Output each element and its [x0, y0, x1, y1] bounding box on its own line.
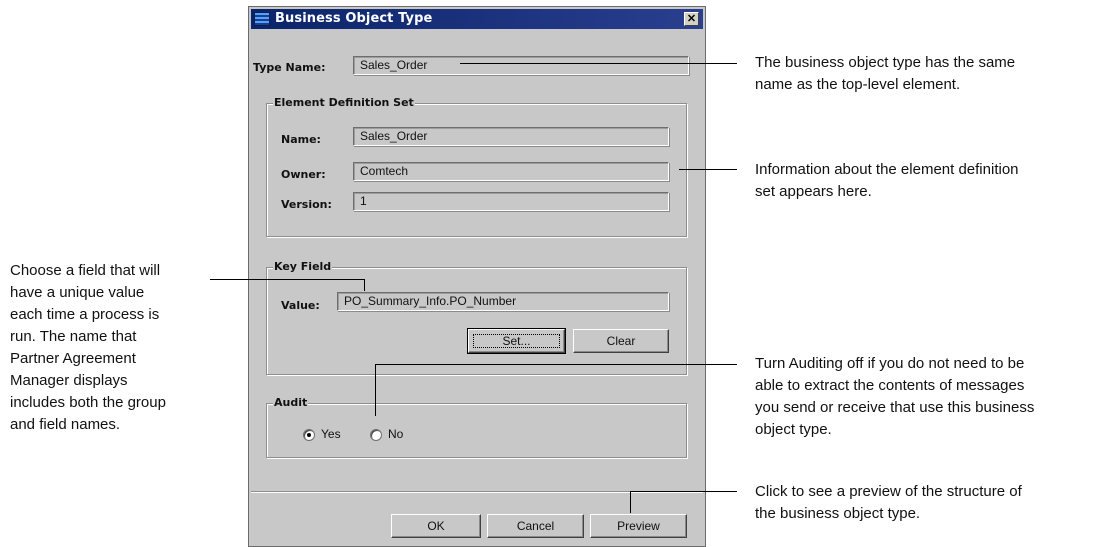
callout-line-element-definition: [679, 169, 737, 170]
dialog-titlebar[interactable]: Business Object Type ✕: [251, 9, 703, 29]
close-icon: ✕: [686, 13, 697, 25]
callout-line-preview-v: [630, 491, 631, 513]
callout-key-field: Choose a field that will have a unique v…: [10, 262, 166, 433]
close-button[interactable]: ✕: [684, 12, 699, 26]
eds-version-label: Version:: [281, 198, 332, 211]
business-object-type-dialog: Business Object Type ✕ Type Name: Sales_…: [248, 6, 706, 547]
audit-no-radio[interactable]: [370, 429, 382, 441]
type-name-field[interactable]: Sales_Order: [353, 56, 689, 75]
clear-button[interactable]: Clear: [573, 329, 669, 353]
key-field-value-field[interactable]: PO_Summary_Info.PO_Number: [337, 292, 669, 311]
type-name-label: Type Name:: [253, 61, 326, 74]
audit-yes-label[interactable]: Yes: [321, 427, 341, 441]
callout-audit: Turn Auditing off if you do not need to …: [755, 355, 1035, 438]
preview-button[interactable]: Preview: [590, 514, 687, 538]
callout-type-name: The business object type has the same na…: [755, 54, 1016, 93]
key-field-group: Key Field: [266, 260, 687, 375]
eds-name-label: Name:: [281, 133, 321, 146]
audit-yes-radio[interactable]: [303, 429, 315, 441]
callout-line-key-field-h: [210, 279, 365, 280]
eds-owner-label: Owner:: [281, 168, 326, 181]
key-field-title: Key Field: [273, 260, 333, 273]
ok-button[interactable]: OK: [391, 514, 481, 538]
key-field-value-label: Value:: [281, 299, 320, 312]
eds-name-field[interactable]: Sales_Order: [353, 127, 669, 146]
window-app-icon: [254, 12, 270, 26]
eds-owner-field[interactable]: Comtech: [353, 162, 669, 181]
callout-line-type-name: [460, 63, 737, 64]
callout-line-audit-v: [375, 364, 376, 416]
callout-line-preview-h: [630, 491, 737, 492]
callout-line-audit-h: [375, 364, 737, 365]
audit-title: Audit: [273, 396, 309, 409]
element-definition-set-title: Element Definition Set: [273, 96, 415, 109]
callout-preview: Click to see a preview of the structure …: [755, 483, 1022, 522]
callout-line-key-field-v: [364, 279, 365, 291]
dialog-title: Business Object Type: [275, 11, 433, 26]
eds-version-field[interactable]: 1: [353, 192, 669, 211]
callout-element-definition: Information about the element definition…: [755, 161, 1019, 200]
audit-no-label[interactable]: No: [388, 427, 403, 441]
cancel-button[interactable]: Cancel: [487, 514, 584, 538]
set-button[interactable]: Set...: [467, 328, 566, 354]
